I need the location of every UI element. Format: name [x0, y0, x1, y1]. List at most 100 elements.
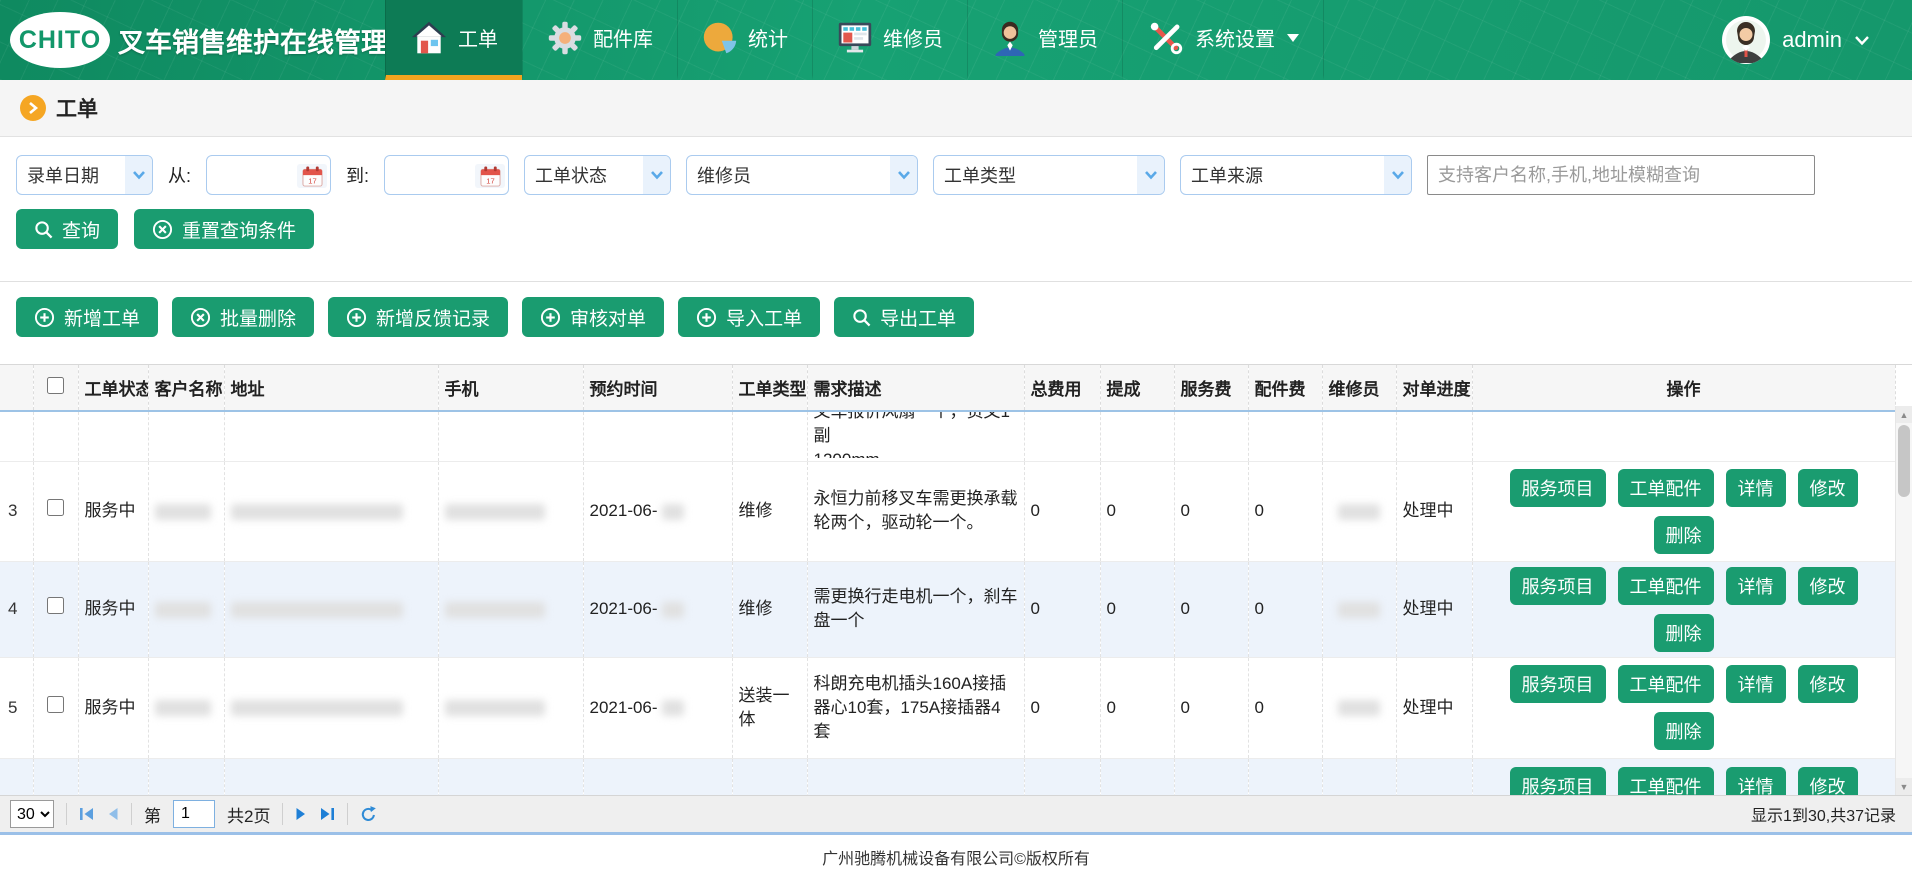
toolbar-button-label: 新增反馈记录	[376, 304, 490, 331]
page-size-select[interactable]: 30	[10, 800, 54, 828]
calendar-icon[interactable]: 17	[475, 164, 505, 188]
row-action-order-parts[interactable]: 工单配件	[1618, 767, 1714, 796]
row-checkbox[interactable]	[47, 696, 64, 713]
calendar-icon[interactable]: 17	[297, 164, 327, 188]
cell-fee: 0	[1100, 461, 1174, 561]
nav-item-label: 统计	[748, 23, 788, 52]
row-action-edit[interactable]: 修改	[1798, 469, 1858, 507]
row-action-edit[interactable]: 修改	[1798, 767, 1858, 796]
nav-item-repairmen[interactable]: 维修员	[812, 0, 967, 80]
order-source-select[interactable]: 工单来源	[1180, 155, 1412, 195]
cell-customer	[148, 657, 224, 758]
add-order-button[interactable]: 新增工单	[16, 297, 158, 337]
redacted-text	[231, 700, 403, 716]
row-action-edit[interactable]: 修改	[1798, 665, 1858, 703]
last-page-icon[interactable]	[319, 807, 335, 821]
col-header-0: 工单状态	[78, 365, 148, 411]
separator	[131, 803, 132, 825]
chevron-down-icon	[1384, 156, 1411, 194]
toolbar: 新增工单 批量删除 新增反馈记录 审核对单 导入工单 导出工单	[0, 282, 1912, 364]
select-all-checkbox[interactable]	[47, 377, 64, 394]
order-status-select[interactable]: 工单状态	[524, 155, 671, 195]
redacted-text	[1338, 700, 1380, 716]
add-feedback-button[interactable]: 新增反馈记录	[328, 297, 508, 337]
top-navigation-bar: CHITO 叉车销售维护在线管理系统 工单配件库统计维修员管理员系统设置 adm…	[0, 0, 1912, 80]
col-header-2: 地址	[224, 365, 438, 411]
row-action-details[interactable]: 详情	[1726, 767, 1786, 796]
nav-item-label: 系统设置	[1195, 23, 1275, 52]
monitor-icon	[837, 20, 873, 56]
breadcrumb-arrow-icon	[20, 95, 46, 121]
cell-status: 服务中	[78, 461, 148, 561]
chevron-down-icon	[1137, 156, 1164, 194]
table-row-partial-bottom: 服务项目工单配件详情修改	[0, 758, 1895, 795]
export-orders-button[interactable]: 导出工单	[834, 297, 974, 337]
nav-item-settings[interactable]: 系统设置	[1122, 0, 1324, 80]
user-area[interactable]: admin	[1722, 0, 1912, 80]
search-button[interactable]: 查询	[16, 209, 118, 249]
date-to-input[interactable]: 17	[384, 155, 509, 195]
table-row-3: 3服务中2021-06-维修永恒力前移叉车需更换承载轮两个，驱动轮一个。0000…	[0, 461, 1895, 561]
cell-repairman	[1322, 561, 1396, 657]
records-summary: 显示1到30,共37记录	[1751, 802, 1902, 826]
first-page-icon[interactable]	[79, 807, 95, 821]
col-header-12: 对单进度	[1396, 365, 1472, 411]
order-type-select[interactable]: 工单类型	[933, 155, 1165, 195]
nav-item-stats[interactable]: 统计	[677, 0, 812, 80]
row-action-order-parts[interactable]: 工单配件	[1618, 567, 1714, 605]
scrollbar-thumb[interactable]	[1898, 425, 1910, 497]
import-orders-button[interactable]: 导入工单	[678, 297, 820, 337]
row-action-edit[interactable]: 修改	[1798, 567, 1858, 605]
keyword-search-input[interactable]	[1427, 155, 1815, 195]
row-action-service-items[interactable]: 服务项目	[1510, 469, 1606, 507]
avatar[interactable]	[1722, 16, 1770, 64]
row-action-order-parts[interactable]: 工单配件	[1618, 469, 1714, 507]
row-action-service-items[interactable]: 服务项目	[1510, 665, 1606, 703]
row-action-details[interactable]: 详情	[1726, 567, 1786, 605]
batch-delete-button[interactable]: 批量删除	[172, 297, 314, 337]
repairman-select[interactable]: 维修员	[686, 155, 918, 195]
cell-repairman	[1322, 657, 1396, 758]
scroll-down-icon[interactable]: ▼	[1896, 778, 1912, 795]
nav-item-workorders[interactable]: 工单	[385, 0, 522, 80]
row-checkbox[interactable]	[47, 499, 64, 516]
chevron-down-icon	[643, 156, 670, 194]
audit-order-button[interactable]: 审核对单	[522, 297, 664, 337]
row-action-delete[interactable]: 删除	[1654, 614, 1714, 652]
reset-button-label: 重置查询条件	[182, 216, 296, 243]
refresh-icon[interactable]	[360, 806, 377, 823]
scroll-up-icon[interactable]: ▲	[1896, 406, 1912, 423]
plus-circle-icon	[540, 307, 561, 328]
row-checkbox[interactable]	[47, 597, 64, 614]
logo-text: CHITO	[19, 26, 101, 55]
date-type-select[interactable]: 录单日期	[16, 155, 153, 195]
vertical-scrollbar[interactable]: ▲ ▼	[1895, 406, 1912, 795]
cell-actions: 服务项目工单配件详情修改	[1472, 758, 1895, 795]
nav-item-label: 配件库	[593, 23, 653, 52]
toolbar-button-label: 导入工单	[726, 304, 802, 331]
col-header-8: 提成	[1100, 365, 1174, 411]
row-action-delete[interactable]: 删除	[1654, 712, 1714, 750]
row-action-service-items[interactable]: 服务项目	[1510, 567, 1606, 605]
reset-query-button[interactable]: 重置查询条件	[134, 209, 314, 249]
row-action-details[interactable]: 详情	[1726, 469, 1786, 507]
page-label: 第	[144, 802, 161, 827]
next-page-icon[interactable]	[295, 807, 307, 821]
nav-item-admins[interactable]: 管理员	[967, 0, 1122, 80]
nav-item-parts[interactable]: 配件库	[522, 0, 677, 80]
plus-circle-icon	[696, 307, 717, 328]
row-action-details[interactable]: 详情	[1726, 665, 1786, 703]
toolbar-button-label: 新增工单	[64, 304, 140, 331]
select-value: 维修员	[687, 156, 890, 194]
date-from-input[interactable]: 17	[206, 155, 331, 195]
row-action-order-parts[interactable]: 工单配件	[1618, 665, 1714, 703]
toolbar-button-label: 导出工单	[880, 304, 956, 331]
row-action-delete[interactable]: 删除	[1654, 516, 1714, 554]
page-number-input[interactable]	[173, 800, 215, 828]
nav-item-label: 工单	[458, 23, 498, 52]
prev-page-icon[interactable]	[107, 807, 119, 821]
row-action-service-items[interactable]: 服务项目	[1510, 767, 1606, 796]
cell-fee: 0	[1024, 657, 1100, 758]
redacted-text	[662, 700, 684, 716]
cell-progress: 处理中	[1396, 561, 1472, 657]
